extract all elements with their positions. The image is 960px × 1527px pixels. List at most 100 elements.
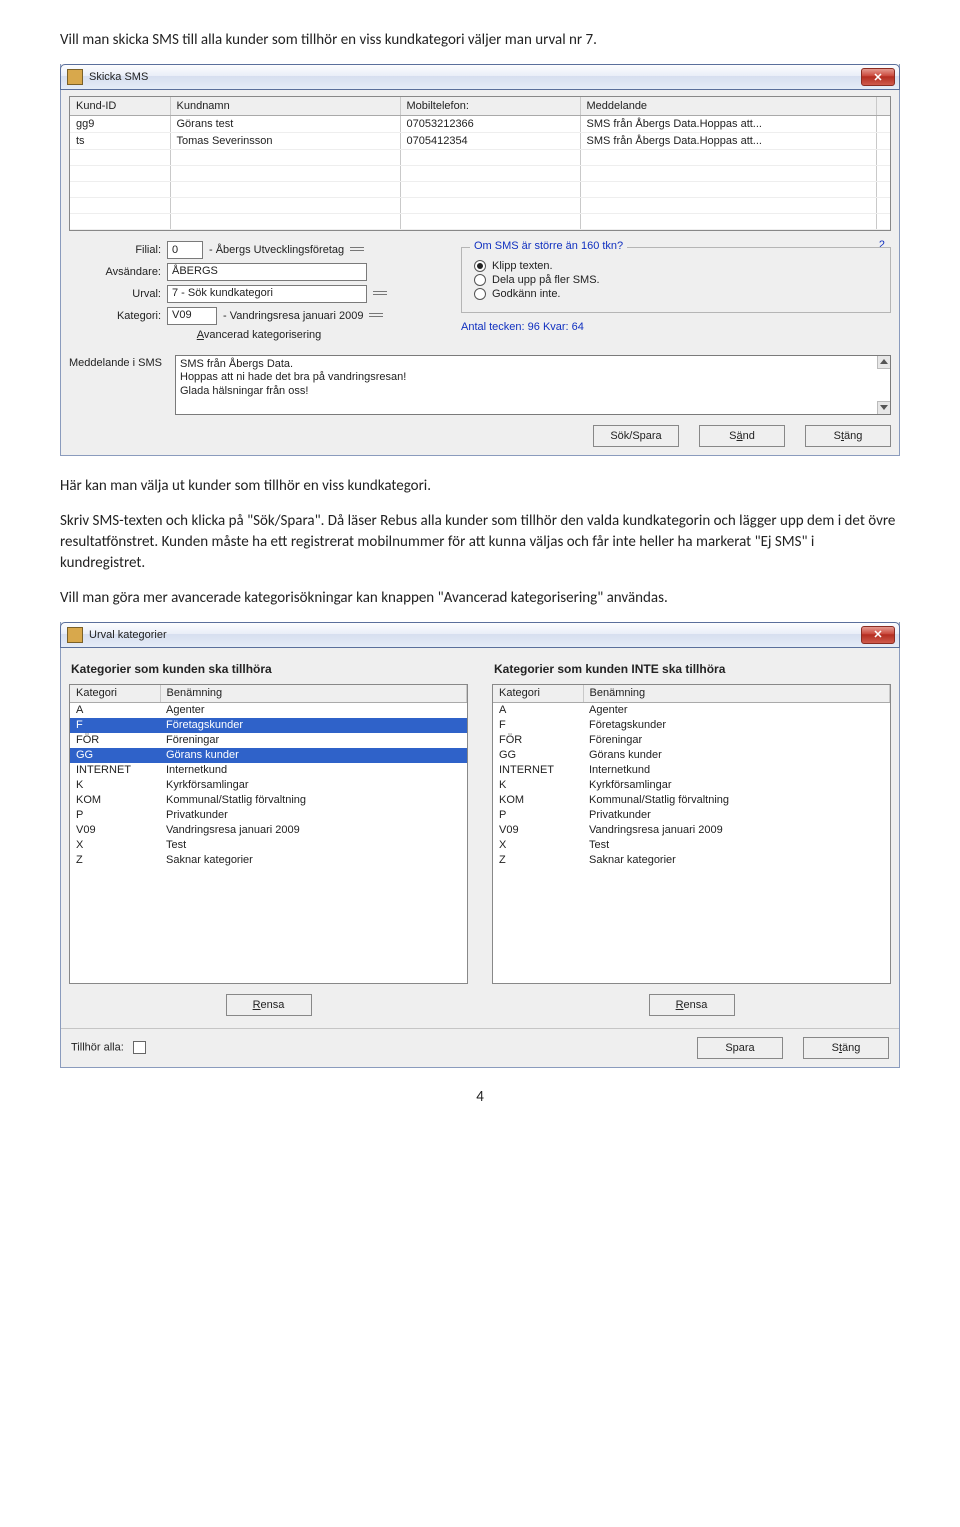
list-item[interactable]: XTest [70, 838, 467, 853]
col-kategori[interactable]: Kategori [70, 685, 160, 703]
list-item[interactable]: KOMKommunal/Statlig förvaltning [70, 793, 467, 808]
kategori-label: Kategori: [69, 310, 167, 322]
titlebar[interactable]: Urval kategorier ✕ [60, 622, 900, 648]
col-kundnamn[interactable]: Kundnamn [170, 97, 400, 115]
list-cell: K [493, 778, 583, 793]
col-benamning[interactable]: Benämning [583, 685, 890, 703]
close-icon[interactable]: ✕ [861, 68, 895, 86]
list-item[interactable]: ZSaknar kategorier [493, 853, 890, 868]
list-item[interactable]: PPrivatkunder [493, 808, 890, 823]
kategori-code-input[interactable]: V09 [167, 307, 217, 325]
list-item[interactable] [70, 868, 467, 883]
list-cell: Z [70, 853, 160, 868]
list-item[interactable]: AAgenter [493, 703, 890, 718]
dropdown-icon[interactable] [350, 245, 364, 255]
list-item[interactable] [70, 958, 467, 973]
list-item[interactable] [70, 898, 467, 913]
list-item[interactable] [70, 943, 467, 958]
radio-icon[interactable] [474, 260, 486, 272]
filial-text: - Åbergs Utvecklingsföretag [209, 244, 344, 256]
table-cell: Görans test [170, 115, 400, 132]
spara-button[interactable]: Spara [697, 1037, 783, 1059]
list-cell: Kommunal/Statlig förvaltning [583, 793, 890, 808]
scroll-up-icon[interactable] [877, 356, 890, 369]
app-icon [67, 627, 83, 643]
col-kategori[interactable]: Kategori [493, 685, 583, 703]
close-button[interactable]: Stäng [803, 1037, 889, 1059]
send-button[interactable]: Sänd [699, 425, 785, 447]
urval-input[interactable]: 7 - Sök kundkategori [167, 285, 367, 303]
dropdown-icon[interactable] [369, 311, 383, 321]
list-item[interactable]: ZSaknar kategorier [70, 853, 467, 868]
close-button[interactable]: Stäng [805, 425, 891, 447]
list-cell: KOM [70, 793, 160, 808]
table-row[interactable]: tsTomas Severinsson0705412354SMS från Åb… [70, 132, 890, 149]
list-item[interactable]: FÖRFöreningar [493, 733, 890, 748]
table-cell: 0705412354 [400, 132, 580, 149]
list-item[interactable]: KKyrkförsamlingar [493, 778, 890, 793]
list-item[interactable] [493, 958, 890, 973]
list-item[interactable]: V09Vandringsresa januari 2009 [70, 823, 467, 838]
radio-deny[interactable]: Godkänn inte. [474, 288, 878, 300]
urval-kategorier-window: Urval kategorier ✕ Kategorier som kunden… [60, 622, 900, 1068]
titlebar[interactable]: Skicka SMS ✕ [60, 64, 900, 90]
tillhor-alla-checkbox[interactable] [133, 1041, 146, 1054]
message-line: Hoppas att ni hade det bra på vandringsr… [180, 371, 876, 385]
list-item[interactable] [70, 883, 467, 898]
list-item[interactable] [493, 943, 890, 958]
exclude-category-list[interactable]: Kategori Benämning AAgenterFFöretagskund… [492, 684, 891, 984]
avsandare-input[interactable]: ÅBERGS [167, 263, 367, 281]
list-item[interactable] [70, 928, 467, 943]
radio-clip[interactable]: Klipp texten. [474, 260, 878, 272]
col-mobil[interactable]: Mobiltelefon: [400, 97, 580, 115]
table-row[interactable] [70, 213, 890, 229]
list-item[interactable]: FÖRFöreningar [70, 733, 467, 748]
list-item[interactable]: INTERNETInternetkund [493, 763, 890, 778]
list-item[interactable] [493, 883, 890, 898]
table-row[interactable] [70, 197, 890, 213]
list-cell: Internetkund [160, 763, 467, 778]
close-icon[interactable]: ✕ [861, 626, 895, 644]
list-item[interactable] [493, 898, 890, 913]
rensa-right-button[interactable]: Rensa [649, 994, 735, 1016]
scroll-down-icon[interactable] [877, 401, 890, 414]
rensa-left-button[interactable]: Rensa [226, 994, 312, 1016]
list-item[interactable]: AAgenter [70, 703, 467, 718]
filial-code-input[interactable]: 0 [167, 241, 203, 259]
message-textarea[interactable]: SMS från Åbergs Data.Hoppas att ni hade … [175, 355, 891, 415]
list-item[interactable] [493, 913, 890, 928]
list-cell: FÖR [70, 733, 160, 748]
list-item[interactable]: KOMKommunal/Statlig förvaltning [493, 793, 890, 808]
sok-spara-button[interactable]: Sök/Spara [593, 425, 679, 447]
radio-icon[interactable] [474, 274, 486, 286]
message-line: Glada hälsningar från oss! [180, 385, 876, 399]
list-item[interactable]: FFöretagskunder [70, 718, 467, 733]
list-item[interactable]: XTest [493, 838, 890, 853]
col-meddelande[interactable]: Meddelande [580, 97, 876, 115]
list-item[interactable]: GGGörans kunder [70, 748, 467, 763]
table-row[interactable]: gg9Görans test07053212366SMS från Åbergs… [70, 115, 890, 132]
list-item[interactable]: GGGörans kunder [493, 748, 890, 763]
list-cell: Saknar kategorier [583, 853, 890, 868]
table-row[interactable] [70, 149, 890, 165]
list-item[interactable] [493, 868, 890, 883]
col-benamning[interactable]: Benämning [160, 685, 467, 703]
urval-label: Urval: [69, 288, 167, 300]
list-item[interactable]: FFöretagskunder [493, 718, 890, 733]
col-kundid[interactable]: Kund-ID [70, 97, 170, 115]
table-row[interactable] [70, 181, 890, 197]
list-item[interactable]: KKyrkförsamlingar [70, 778, 467, 793]
list-cell: Agenter [583, 703, 890, 718]
list-item[interactable]: PPrivatkunder [70, 808, 467, 823]
dropdown-icon[interactable] [373, 289, 387, 299]
list-item[interactable]: V09Vandringsresa januari 2009 [493, 823, 890, 838]
list-item[interactable]: INTERNETInternetkund [70, 763, 467, 778]
customer-grid[interactable]: Kund-ID Kundnamn Mobiltelefon: Meddeland… [69, 96, 891, 231]
radio-split[interactable]: Dela upp på fler SMS. [474, 274, 878, 286]
list-item[interactable] [70, 913, 467, 928]
list-item[interactable] [493, 928, 890, 943]
advanced-category-link[interactable]: Avancerad kategorisering [197, 329, 322, 341]
radio-icon[interactable] [474, 288, 486, 300]
include-category-list[interactable]: Kategori Benämning AAgenterFFöretagskund… [69, 684, 468, 984]
table-row[interactable] [70, 165, 890, 181]
